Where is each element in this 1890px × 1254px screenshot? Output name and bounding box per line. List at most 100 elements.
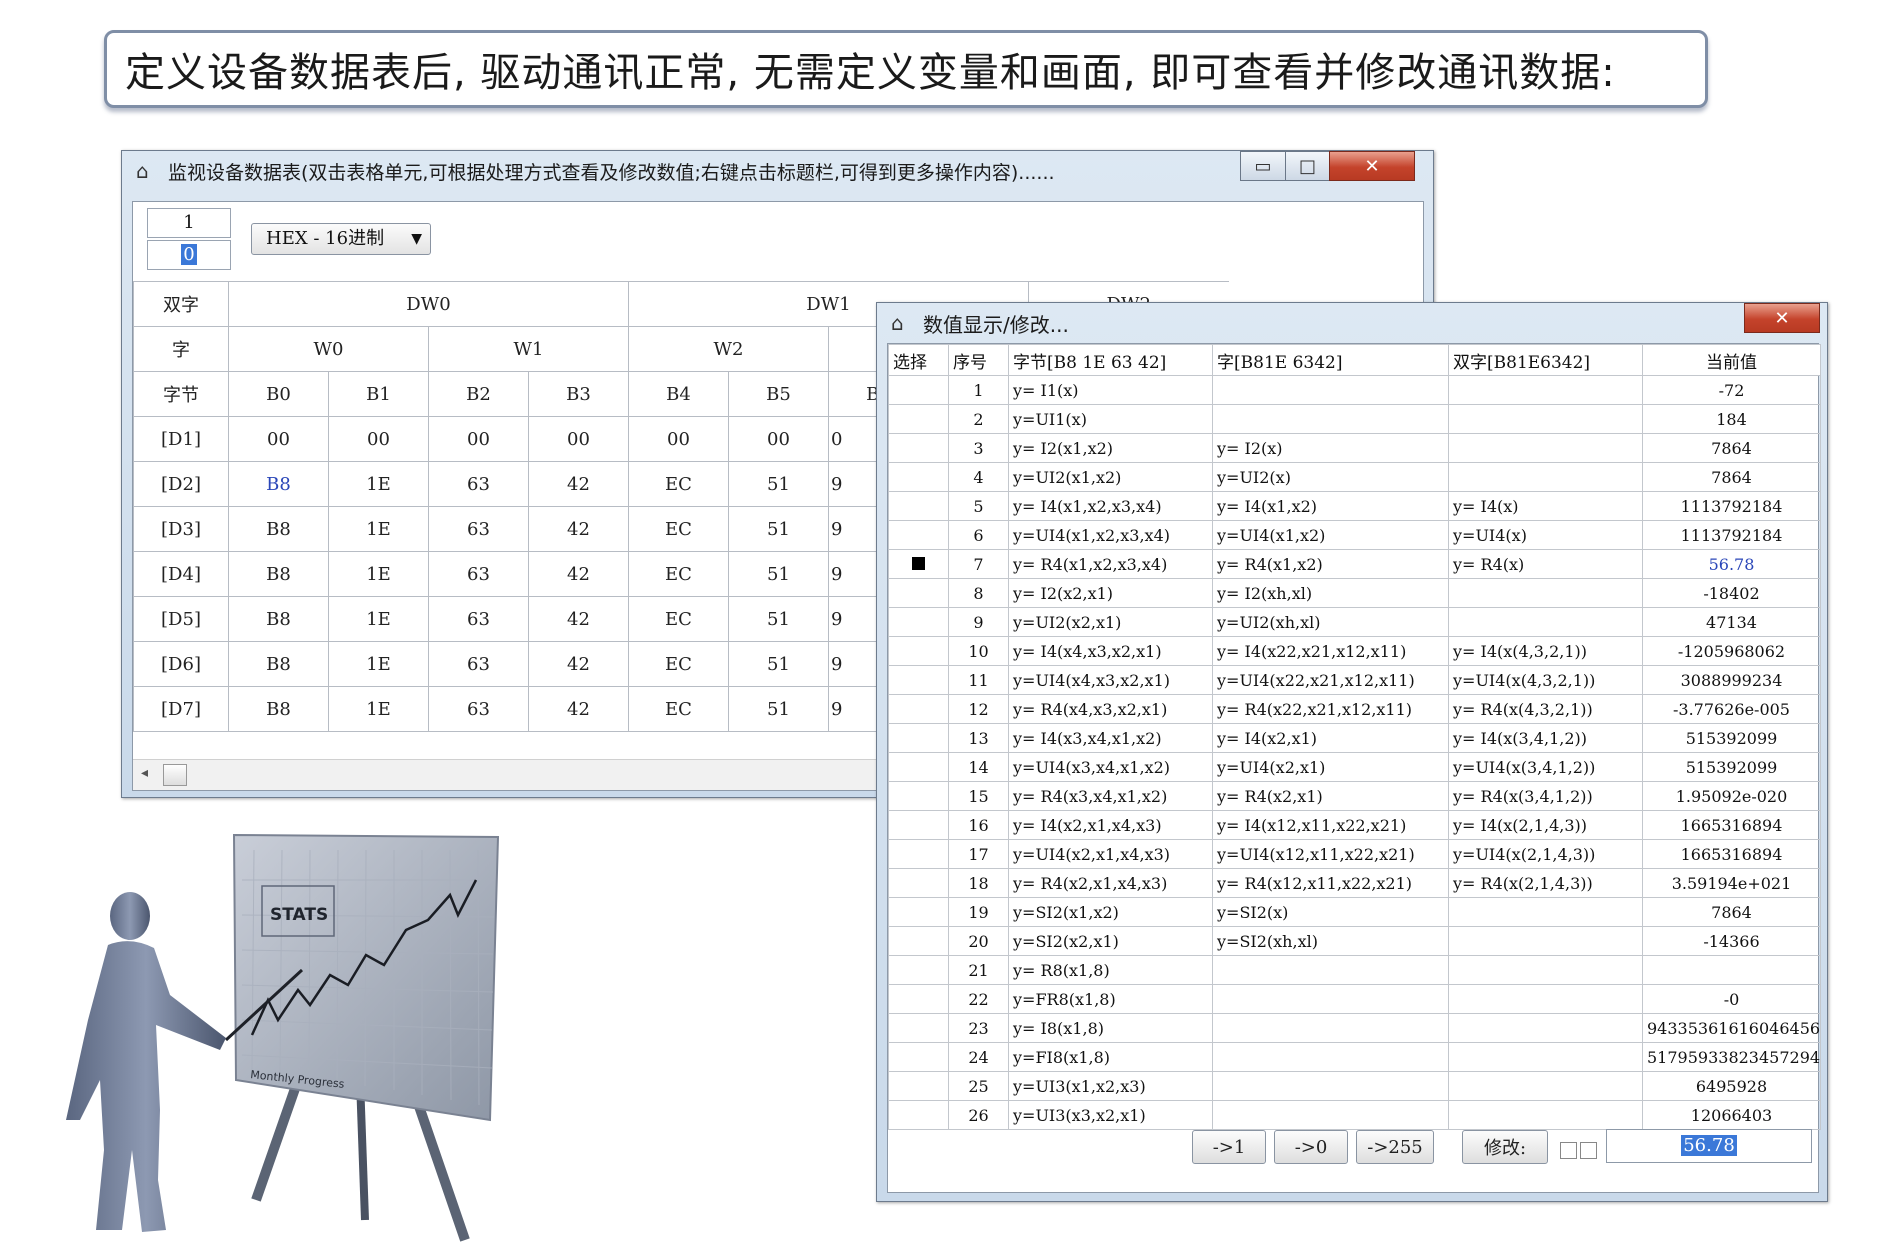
grid-cell[interactable]: 00 (328, 416, 429, 462)
select-cell[interactable] (888, 491, 949, 521)
grid-cell[interactable]: 63 (428, 596, 529, 642)
close-button[interactable]: ✕ (1744, 303, 1820, 333)
grid-cell[interactable]: 63 (428, 641, 529, 687)
grid-cell[interactable]: 63 (428, 686, 529, 732)
set-to-1-button[interactable]: ->1 (1192, 1130, 1266, 1164)
select-cell[interactable] (888, 520, 949, 550)
select-cell[interactable] (888, 839, 949, 869)
select-cell[interactable] (888, 636, 949, 666)
grid-cell[interactable]: 42 (528, 551, 629, 597)
value-edit-field[interactable]: 56.78 (1606, 1129, 1812, 1163)
grid-cell[interactable]: EC (628, 461, 729, 507)
value-row[interactable]: 23 y= I8(x1,8) 943353616160464568 (888, 1013, 1821, 1043)
select-cell[interactable] (888, 1013, 949, 1043)
monitor-window-titlebar[interactable]: ⌂ 监视设备数据表(双击表格单元,可根据处理方式查看及修改数值;右键点击标题栏,… (122, 151, 1433, 191)
value-row[interactable]: 16 y= I4(x2,x1,x4,x3) y= I4(x12,x11,x22,x2… (888, 810, 1821, 840)
select-cell[interactable] (888, 578, 949, 608)
grid-cell[interactable]: 42 (528, 686, 629, 732)
grid-cell[interactable]: 51 (728, 461, 829, 507)
close-button[interactable]: ✕ (1329, 151, 1415, 181)
grid-cell[interactable]: 1E (328, 596, 429, 642)
grid-cell[interactable]: B8 (228, 596, 329, 642)
grid-cell[interactable]: 1E (328, 551, 429, 597)
set-to-255-button[interactable]: ->255 (1356, 1130, 1434, 1164)
grid-cell[interactable]: 00 (528, 416, 629, 462)
spin-bottom-field[interactable]: 0 (147, 240, 231, 270)
select-cell[interactable] (888, 868, 949, 898)
value-row[interactable]: 2 y=UI1(x) 184 (888, 404, 1821, 434)
grid-cell[interactable]: B8 (228, 461, 329, 507)
value-row[interactable]: 14 y=UI4(x3,x4,x1,x2) y=UI4(x2,x1) y=UI4(x(… (888, 752, 1821, 782)
select-cell[interactable] (888, 752, 949, 782)
grid-cell[interactable]: 1E (328, 686, 429, 732)
grid-cell[interactable]: 1E (328, 641, 429, 687)
select-cell[interactable] (888, 549, 949, 579)
grid-cell[interactable]: 1E (328, 506, 429, 552)
value-row[interactable]: 22 y=FR8(x1,8) -0 (888, 984, 1821, 1014)
grid-cell[interactable]: 63 (428, 551, 529, 597)
grid-cell[interactable]: 42 (528, 506, 629, 552)
select-cell[interactable] (888, 462, 949, 492)
value-row[interactable]: 13 y= I4(x3,x4,x1,x2) y= I4(x2,x1) y= I4(x(… (888, 723, 1821, 753)
modify-button[interactable]: 修改: (1462, 1130, 1548, 1164)
grid-cell[interactable]: 00 (428, 416, 529, 462)
grid-cell[interactable]: 00 (628, 416, 729, 462)
grid-cell[interactable]: EC (628, 551, 729, 597)
grid-cell[interactable]: 1E (328, 461, 429, 507)
value-row[interactable]: 20 y=SI2(x2,x1) y=SI2(xh,xl) -14366 (888, 926, 1821, 956)
value-row[interactable]: 6 y=UI4(x1,x2,x3,x4) y=UI4(x1,x2) y=UI4(x) 1… (888, 520, 1821, 550)
select-cell[interactable] (888, 926, 949, 956)
select-cell[interactable] (888, 694, 949, 724)
value-row[interactable]: 18 y= R4(x2,x1,x4,x3) y= R4(x12,x11,x22,x2… (888, 868, 1821, 898)
grid-cell[interactable]: EC (628, 506, 729, 552)
grid-cell[interactable]: 51 (728, 686, 829, 732)
minimize-button[interactable]: ▭ (1240, 151, 1286, 181)
select-cell[interactable] (888, 984, 949, 1014)
select-cell[interactable] (888, 781, 949, 811)
spin-top-field[interactable]: 1 (147, 208, 231, 238)
value-row[interactable]: 24y=FI8(x1,8) 5179593382345729464 (888, 1042, 1821, 1072)
scroll-left-icon[interactable]: ◂ (141, 765, 148, 781)
select-cell[interactable] (888, 665, 949, 695)
select-cell[interactable] (888, 810, 949, 840)
maximize-button[interactable]: □ (1285, 151, 1330, 181)
format-combo[interactable]: HEX - 16进制 ▼ (251, 223, 431, 255)
value-row[interactable]: 9 y=UI2(x2,x1) y=UI2(xh,xl) 47134 (888, 607, 1821, 637)
grid-cell[interactable]: B8 (228, 506, 329, 552)
value-row[interactable]: 17 y=UI4(x2,x1,x4,x3) y=UI4(x12,x11,x22,x2… (888, 839, 1821, 869)
select-cell[interactable] (888, 723, 949, 753)
grid-cell[interactable]: B8 (228, 551, 329, 597)
value-row[interactable]: 3 y= I2(x1,x2) y= I2(x) 7864 (888, 433, 1821, 463)
grid-cell[interactable]: 63 (428, 506, 529, 552)
grid-cell[interactable]: EC (628, 641, 729, 687)
grid-cell[interactable]: 51 (728, 551, 829, 597)
value-row[interactable]: 19 y=SI2(x1,x2) y=SI2(x) 7864 (888, 897, 1821, 927)
grid-cell[interactable]: EC (628, 686, 729, 732)
grid-cell[interactable]: 42 (528, 596, 629, 642)
set-to-0-button[interactable]: ->0 (1274, 1130, 1348, 1164)
value-row[interactable]: 15 y= R4(x3,x4,x1,x2) y= R4(x2,x1) y= R4(x(… (888, 781, 1821, 811)
grid-cell[interactable]: 42 (528, 641, 629, 687)
value-window-titlebar[interactable]: ⌂ 数值显示/修改... (877, 303, 1827, 343)
value-row[interactable]: 12 y= R4(x4,x3,x2,x1) y= R4(x22,x21,x12,x1… (888, 694, 1821, 724)
grid-cell[interactable]: B8 (228, 686, 329, 732)
select-cell[interactable] (888, 433, 949, 463)
grid-cell[interactable]: 51 (728, 506, 829, 552)
value-row[interactable]: 25 y=UI3(x1,x2,x3) 6495928 (888, 1071, 1821, 1101)
value-row[interactable]: 21 y= R8(x1,8) (888, 955, 1821, 985)
select-cell[interactable] (888, 1071, 949, 1101)
option-checkbox[interactable] (1560, 1142, 1577, 1159)
grid-cell[interactable]: 51 (728, 641, 829, 687)
select-cell[interactable] (888, 1042, 949, 1072)
value-row[interactable]: 7 y= R4(x1,x2,x3,x4) y= R4(x1,x2) y= R4(x) 5… (888, 549, 1821, 579)
select-cell[interactable] (888, 897, 949, 927)
select-cell[interactable] (888, 607, 949, 637)
select-cell[interactable] (888, 404, 949, 434)
grid-cell[interactable]: 51 (728, 596, 829, 642)
option-checkbox[interactable] (1580, 1142, 1597, 1159)
value-row[interactable]: 8 y= I2(x2,x1) y= I2(xh,xl) -18402 (888, 578, 1821, 608)
grid-cell[interactable]: 42 (528, 461, 629, 507)
value-row[interactable]: 1 y= I1(x) -72 (888, 375, 1821, 405)
grid-cell[interactable]: EC (628, 596, 729, 642)
scroll-thumb[interactable] (163, 764, 187, 786)
